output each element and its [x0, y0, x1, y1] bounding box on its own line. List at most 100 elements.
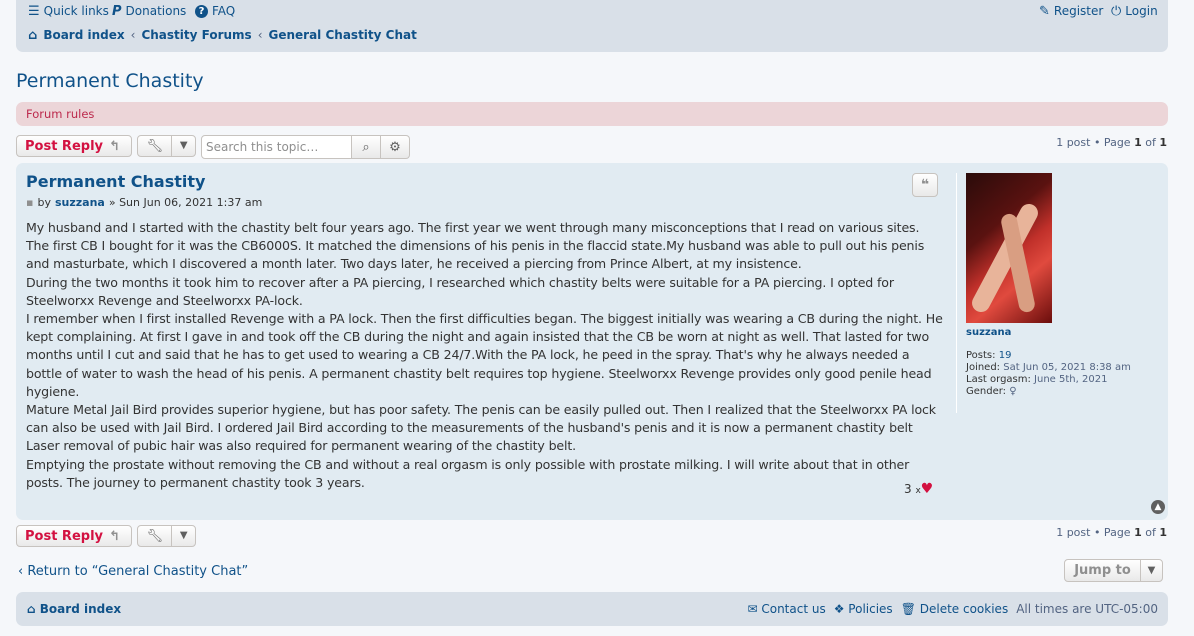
page-total: 1	[1159, 136, 1167, 149]
pagination-bottom: 1 post • Page 1 of 1	[1056, 526, 1167, 539]
posts-label: Posts:	[966, 350, 996, 361]
quote-button[interactable]: ❝	[912, 173, 938, 197]
author-link[interactable]: suzzana	[55, 196, 105, 209]
faq-link[interactable]: ? FAQ	[195, 4, 235, 18]
envelope-icon: ✉	[747, 602, 758, 616]
page-current: 1	[1134, 136, 1142, 149]
page-current: 1	[1134, 526, 1142, 539]
heart-icon: ♥	[920, 481, 934, 497]
question-icon: ?	[195, 4, 208, 18]
post-paragraph: Laser removal of pubic hair was also req…	[26, 438, 577, 454]
return-link-label: Return to “General Chastity Chat”	[27, 564, 249, 579]
page-total: 1	[1159, 526, 1167, 539]
chevron-down-icon: ▼	[171, 136, 195, 156]
post-paragraph: During the two months it took him to rec…	[26, 274, 894, 308]
pagination-top: 1 post • Page 1 of 1	[1056, 136, 1167, 149]
post-profile: suzzana Posts: 19 Joined: Sat Jun 05, 20…	[956, 173, 1161, 413]
reply-arrow-icon: ↰	[109, 138, 120, 154]
donations-label: Donations	[125, 4, 187, 18]
joined-label: Joined:	[966, 362, 1001, 373]
file-icon: ▪	[26, 196, 34, 209]
bars-icon: ☰	[28, 3, 40, 19]
header-top-links: ☰ Quick links P Donations ? FAQ ✎ Regist…	[28, 4, 1158, 20]
breadcrumb-general-chastity-chat[interactable]: General Chastity Chat	[269, 28, 417, 42]
profile-details: Posts: 19 Joined: Sat Jun 05, 2021 8:38 …	[966, 350, 1161, 398]
jump-to-label: Jump to	[1074, 563, 1131, 578]
page-title[interactable]: Permanent Chastity	[16, 70, 204, 92]
post-author-line: ▪ by suzzana » Sun Jun 06, 2021 1:37 am	[26, 196, 262, 209]
post-paragraph: Emptying the prostate without removing t…	[26, 456, 910, 490]
breadcrumb-board-index[interactable]: Board index	[43, 28, 124, 42]
header-bar: ☰ Quick links P Donations ? FAQ ✎ Regist…	[16, 0, 1168, 52]
chevron-down-icon: ▼	[171, 526, 195, 546]
post: Permanent Chastity ❝ ▪ by suzzana » Sun …	[16, 163, 1168, 520]
page-of: of	[1145, 526, 1156, 539]
pagination-prefix: 1 post • Page	[1056, 136, 1131, 149]
likes[interactable]: 3 x♥	[904, 481, 933, 497]
search-icon: ⌕	[362, 139, 370, 155]
timezone-text: All times are UTC-05:00	[1016, 602, 1158, 616]
delete-cookies-label: Delete cookies	[919, 602, 1009, 616]
search-button[interactable]: ⌕	[352, 135, 381, 159]
reply-arrow-icon: ↰	[109, 528, 120, 544]
footer-board-index[interactable]: ⌂ Board index	[27, 602, 121, 616]
wrench-icon: 🔧︎	[146, 138, 163, 154]
home-icon: ⌂	[27, 602, 36, 616]
post-paragraph: I remember when I first installed Reveng…	[26, 311, 943, 399]
search-input[interactable]	[201, 135, 352, 159]
donations-link[interactable]: P Donations	[112, 4, 186, 18]
post-paragraph: Mature Metal Jail Bird provides superior…	[26, 402, 936, 436]
forum-rules-label: Forum rules	[26, 107, 95, 121]
post-reply-button-bottom[interactable]: Post Reply ↰	[16, 525, 132, 547]
chevron-left-icon: ‹	[18, 564, 24, 579]
avatar[interactable]	[966, 173, 1052, 323]
quote-icon: ❝	[920, 177, 930, 193]
policies-link[interactable]: ❖ Policies	[834, 602, 893, 616]
wrench-icon: 🔧︎	[146, 528, 163, 544]
breadcrumb-separator: ‹	[130, 28, 136, 42]
login-link[interactable]: ⏻ Login	[1111, 4, 1158, 18]
arrow-up-icon[interactable]: ▲	[1151, 500, 1165, 514]
footer-bar: ⌂ Board index ✉ Contact us ❖ Policies 🗑︎…	[16, 592, 1168, 626]
posts-value[interactable]: 19	[999, 350, 1012, 361]
delete-cookies-link[interactable]: 🗑︎ Delete cookies	[901, 602, 1009, 616]
post-reply-label: Post Reply	[25, 528, 103, 544]
post-title[interactable]: Permanent Chastity	[26, 172, 205, 191]
post-reply-button[interactable]: Post Reply ↰	[16, 135, 132, 157]
register-label: Register	[1053, 4, 1104, 18]
topic-tools-dropdown-bottom[interactable]: 🔧︎ ▼	[137, 525, 196, 547]
faq-label: FAQ	[212, 4, 236, 18]
profile-username[interactable]: suzzana	[966, 327, 1161, 338]
trash-icon: 🗑︎	[900, 602, 916, 616]
gender-value: ♀	[1009, 386, 1017, 397]
gear-icon: ⚙	[389, 139, 401, 155]
forum-rules[interactable]: Forum rules	[16, 102, 1168, 126]
post-date: » Sun Jun 06, 2021 1:37 am	[108, 196, 263, 209]
joined-value: Sat Jun 05, 2021 8:38 am	[1003, 362, 1131, 373]
breadcrumb: ⌂ Board index ‹ Chastity Forums ‹ Genera…	[28, 28, 417, 42]
quick-links-label: Quick links	[43, 4, 109, 18]
footer-board-index-label: Board index	[39, 602, 122, 616]
contact-link[interactable]: ✉ Contact us	[747, 602, 825, 616]
post-reply-label: Post Reply	[25, 138, 103, 154]
topic-search: ⌕ ⚙	[201, 135, 410, 159]
quick-links[interactable]: ☰ Quick links	[28, 4, 109, 18]
cubes-icon: ❖	[833, 602, 845, 616]
orgasm-value: June 5th, 2021	[1034, 374, 1108, 385]
return-link[interactable]: ‹ Return to “General Chastity Chat”	[18, 564, 248, 579]
register-link[interactable]: ✎ Register	[1039, 4, 1103, 18]
policies-label: Policies	[848, 602, 893, 616]
jump-to-dropdown[interactable]: Jump to ▼	[1064, 559, 1163, 582]
login-label: Login	[1125, 4, 1158, 18]
gender-label: Gender:	[966, 386, 1007, 397]
topic-tools-dropdown[interactable]: 🔧︎ ▼	[137, 135, 196, 157]
advanced-search-button[interactable]: ⚙	[381, 135, 410, 159]
orgasm-label: Last orgasm:	[966, 374, 1031, 385]
by-label: by	[37, 196, 51, 209]
breadcrumb-chastity-forums[interactable]: Chastity Forums	[141, 28, 251, 42]
chevron-down-icon: ▼	[1140, 560, 1162, 581]
page-of: of	[1145, 136, 1156, 149]
breadcrumb-separator: ‹	[257, 28, 263, 42]
footer-links: ✉ Contact us ❖ Policies 🗑︎ Delete cookie…	[747, 602, 1158, 616]
home-icon: ⌂	[28, 27, 38, 43]
